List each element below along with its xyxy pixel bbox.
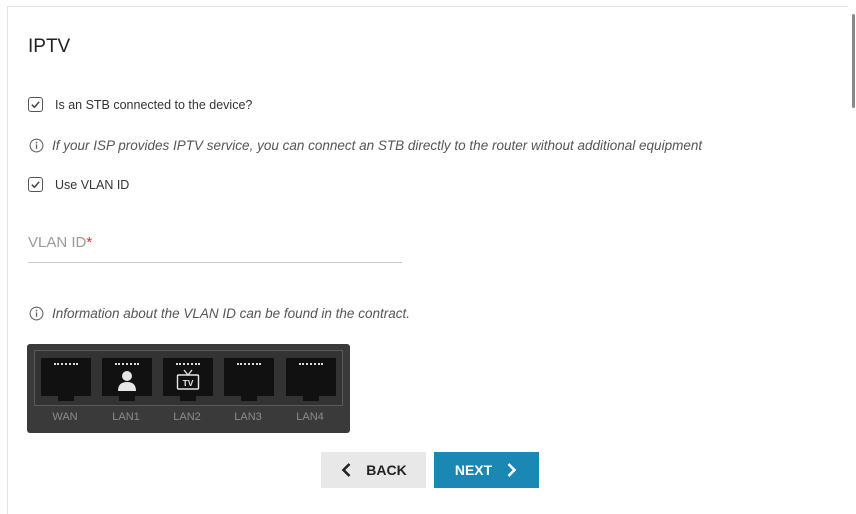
info-icon (29, 138, 44, 153)
page-title: IPTV (28, 36, 71, 57)
scrollbar[interactable] (852, 14, 855, 108)
info-icon (29, 306, 44, 321)
vlan-id-input[interactable] (28, 226, 402, 262)
port-label-lan2: LAN2 (173, 411, 201, 423)
chevron-right-icon (507, 463, 517, 477)
stb-info-note: If your ISP provides IPTV service, you c… (29, 138, 702, 153)
port-lan3[interactable] (224, 358, 274, 401)
port-label-lan1: LAN1 (112, 411, 140, 423)
checkmark-icon (31, 181, 40, 189)
use-vlan-option[interactable]: Use VLAN ID (28, 177, 129, 192)
router-ports-panel: TV WAN LAN1 LAN2 LAN3 LAN4 (27, 344, 350, 433)
stb-connected-checkbox[interactable] (28, 97, 43, 112)
port-lan4[interactable] (286, 358, 336, 401)
user-icon (118, 371, 136, 391)
vlan-info-text: Information about the VLAN ID can be fou… (52, 306, 410, 321)
vlan-id-field[interactable]: VLAN ID* (28, 226, 402, 263)
chevron-left-icon (341, 463, 351, 477)
use-vlan-checkbox[interactable] (28, 177, 43, 192)
port-lan1[interactable] (102, 358, 152, 401)
back-button-label: BACK (366, 462, 407, 478)
tv-icon-text: TV (183, 378, 194, 388)
tv-icon: TV (176, 369, 200, 390)
ports-strip: TV (34, 350, 343, 406)
port-wan[interactable] (41, 358, 91, 401)
port-label-wan: WAN (52, 411, 78, 423)
use-vlan-label: Use VLAN ID (55, 177, 130, 192)
vlan-info-note: Information about the VLAN ID can be fou… (29, 306, 410, 321)
back-button[interactable]: BACK (321, 452, 426, 488)
port-label-lan3: LAN3 (234, 411, 262, 423)
next-button-label: NEXT (454, 462, 493, 478)
stb-info-text: If your ISP provides IPTV service, you c… (52, 138, 703, 153)
stb-connected-label: Is an STB connected to the device? (55, 97, 253, 112)
port-label-lan4: LAN4 (296, 411, 324, 423)
checkmark-icon (31, 101, 40, 109)
port-lan2[interactable]: TV (163, 358, 213, 401)
next-button[interactable]: NEXT (434, 452, 539, 488)
stb-connected-option[interactable]: Is an STB connected to the device? (28, 97, 252, 112)
